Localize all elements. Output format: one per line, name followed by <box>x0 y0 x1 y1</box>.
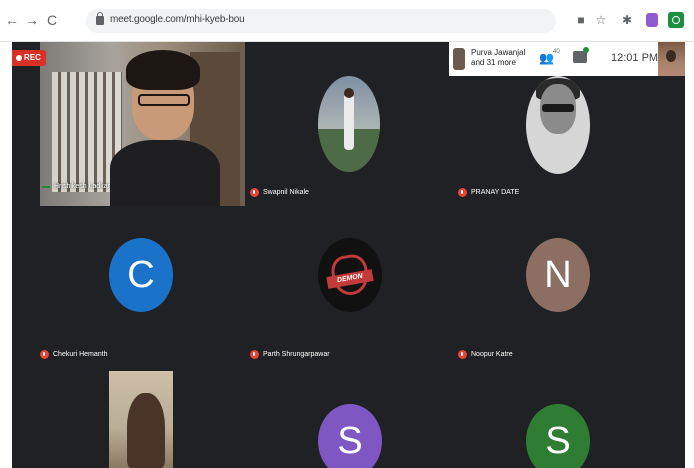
avatar-initial: C <box>127 253 155 296</box>
bookmark-star-icon[interactable]: ☆ <box>594 13 608 27</box>
profile-avatar[interactable] <box>646 13 658 27</box>
participant-avatar[interactable]: S <box>318 404 382 468</box>
avatar-photo-head <box>344 88 354 98</box>
forward-button[interactable]: → <box>24 12 40 28</box>
participant-name-row: Noopur Katre <box>458 350 513 359</box>
meeting-clock: 12:01 PM <box>611 52 659 64</box>
lock-icon <box>96 12 104 25</box>
extensions-icon[interactable]: ✱ <box>620 13 634 27</box>
participant-name-row: Parth Shrungarpawar <box>250 350 330 359</box>
speaking-indicator <box>42 186 50 188</box>
participant-avatar[interactable] <box>526 76 590 174</box>
participant-avatar[interactable]: DEMON <box>318 238 382 312</box>
person-face <box>127 393 165 468</box>
record-dot-icon <box>16 55 22 61</box>
recording-badge: REC <box>12 50 46 66</box>
participant-avatar[interactable]: N <box>526 238 590 312</box>
pinned-participant-name[interactable]: Purva Jawanjal and 31 more <box>471 48 531 68</box>
meeting-info-bar: Purva Jawanjal and 31 more 👥 40 12:01 PM <box>449 42 685 76</box>
participant-name: PRANAY DATE <box>471 189 520 196</box>
participant-name: Parth Shrungarpawar <box>263 351 330 358</box>
meeting-stage: Hrishikesh Ladkar REC Purva Jawanjal and… <box>12 42 685 468</box>
participant-name-row: Chekuri Hemanth <box>40 350 107 359</box>
camera-indicator-icon[interactable]: ■ <box>574 13 588 27</box>
chat-notification-dot <box>583 47 589 53</box>
participant-name-row: PRANAY DATE <box>458 188 519 197</box>
avatar-initial: S <box>337 419 363 462</box>
mic-off-icon <box>250 188 259 197</box>
url-text: meet.google.com/mhi-kyeb-bou <box>110 14 245 25</box>
participant-avatar[interactable]: C <box>109 238 173 312</box>
participant-name: Chekuri Hemanth <box>53 351 108 358</box>
pinned-participant-avatar <box>453 48 465 70</box>
team-logo: DEMON <box>326 249 374 301</box>
participant-name: Noopur Katre <box>471 351 513 358</box>
mic-off-icon <box>250 350 259 359</box>
avatar-initial: N <box>544 253 572 296</box>
back-button[interactable]: ← <box>4 12 20 28</box>
glasses <box>138 94 190 106</box>
avatar-photo-sunglasses <box>542 104 574 112</box>
participant-name: Swapnil Nikale <box>263 189 309 196</box>
avatar-initial: S <box>545 419 571 462</box>
participant-avatar[interactable]: S <box>526 404 590 468</box>
participant-video-tile[interactable] <box>109 371 173 468</box>
self-view-face <box>666 50 676 62</box>
reload-button[interactable]: C <box>44 12 60 28</box>
recording-label: REC <box>24 53 41 62</box>
extension-icon[interactable] <box>668 12 684 28</box>
participant-video-tile[interactable]: Hrishikesh Ladkar <box>40 42 245 206</box>
self-view-video[interactable] <box>658 42 685 76</box>
address-bar[interactable]: meet.google.com/mhi-kyeb-bou <box>86 9 556 33</box>
person-hair <box>126 50 200 90</box>
avatar-photo-figure <box>344 94 354 150</box>
participant-name: Hrishikesh Ladkar <box>54 183 111 190</box>
people-count: 40 <box>553 49 560 55</box>
participant-avatar[interactable] <box>318 76 380 172</box>
mic-off-icon <box>40 350 49 359</box>
mic-off-icon <box>458 350 467 359</box>
participant-name-row: Swapnil Nikale <box>250 188 309 197</box>
browser-toolbar: ← → C meet.google.com/mhi-kyeb-bou ■ ☆ ✱ <box>0 0 694 42</box>
mic-off-icon <box>458 188 467 197</box>
person-body <box>110 140 220 206</box>
